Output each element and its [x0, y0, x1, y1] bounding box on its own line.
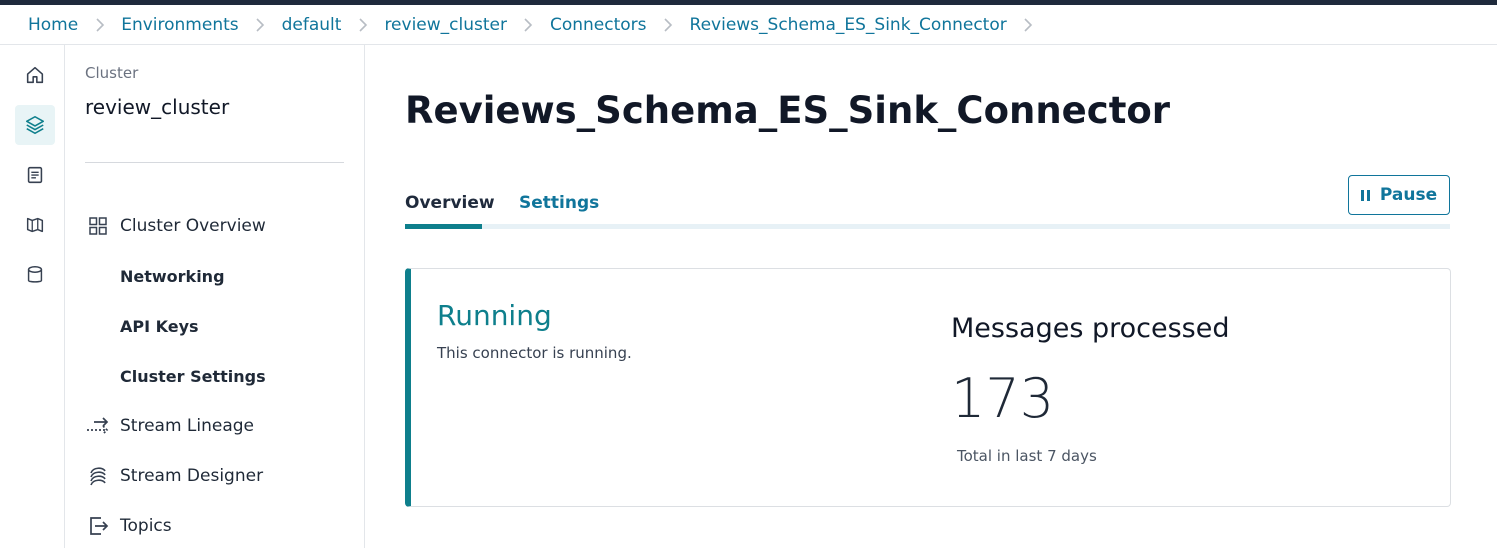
status-label: Running: [437, 299, 552, 332]
sidebar-item-cluster-settings[interactable]: Cluster Settings: [120, 361, 266, 391]
metric-title: Messages processed: [951, 313, 1230, 344]
chevron-right-icon: [239, 17, 282, 32]
breadcrumb-review-cluster[interactable]: review_cluster: [384, 15, 507, 35]
pause-button[interactable]: Pause: [1348, 175, 1450, 215]
status-description: This connector is running.: [437, 344, 632, 362]
page-title: Reviews_Schema_ES_Sink_Connector: [405, 89, 1171, 132]
pause-button-label: Pause: [1379, 185, 1438, 205]
layers-icon[interactable]: [15, 105, 55, 145]
cluster-name: review_cluster: [85, 95, 230, 119]
breadcrumb-home[interactable]: Home: [28, 15, 78, 35]
sidebar-item-stream-designer[interactable]: Stream Designer: [85, 461, 263, 491]
chevron-right-icon: [647, 17, 690, 32]
breadcrumb-default[interactable]: default: [282, 15, 342, 35]
map-icon[interactable]: [15, 205, 55, 245]
metric-value: 173: [951, 367, 1055, 430]
sidebar-item-label: Stream Lineage: [120, 416, 255, 436]
chevron-right-icon: [1007, 17, 1050, 32]
sidebar-item-topics[interactable]: Topics: [85, 511, 172, 541]
sidebar-item-label: API Keys: [120, 316, 199, 336]
sidebar-item-cluster-overview[interactable]: Cluster Overview: [85, 211, 266, 241]
home-icon[interactable]: [15, 55, 55, 95]
tab-settings[interactable]: Settings: [519, 193, 599, 213]
sidebar-item-api-keys[interactable]: API Keys: [120, 311, 199, 341]
pause-icon: [1360, 189, 1370, 201]
breadcrumb: Home Environments default review_cluster…: [0, 5, 1497, 45]
sidebar-item-label: Cluster Overview: [120, 216, 266, 236]
sidebar-item-label: Topics: [120, 516, 172, 536]
wave-icon: [85, 465, 110, 487]
database-icon[interactable]: [15, 255, 55, 295]
icon-rail: [0, 45, 65, 548]
sidebar-item-stream-lineage[interactable]: Stream Lineage: [85, 411, 254, 441]
tab-bar: Overview Settings: [405, 185, 1450, 229]
grid-icon: [85, 215, 110, 237]
sidebar-item-label: Cluster Settings: [120, 366, 266, 386]
chevron-right-icon: [78, 17, 121, 32]
document-icon[interactable]: [15, 155, 55, 195]
tab-overview[interactable]: Overview: [405, 193, 495, 213]
sidebar: Cluster review_cluster Cluster Overview …: [65, 45, 365, 548]
tab-track: [405, 224, 1450, 229]
cluster-section-label: Cluster: [85, 64, 139, 82]
breadcrumb-connectors[interactable]: Connectors: [550, 15, 647, 35]
sidebar-item-label: Networking: [120, 266, 225, 286]
chevron-right-icon: [507, 17, 550, 32]
sidebar-item-label: Stream Designer: [120, 466, 264, 486]
active-tab-indicator: [405, 224, 482, 229]
breadcrumb-environments[interactable]: Environments: [121, 15, 238, 35]
main-content: Reviews_Schema_ES_Sink_Connector Overvie…: [366, 45, 1497, 548]
sidebar-item-networking[interactable]: Networking: [120, 261, 225, 291]
connector-status-card: Running This connector is running. Messa…: [405, 268, 1451, 507]
breadcrumb-connector[interactable]: Reviews_Schema_ES_Sink_Connector: [690, 15, 1007, 35]
topic-icon: [85, 515, 110, 537]
arrows-icon: [85, 415, 110, 437]
chevron-right-icon: [341, 17, 384, 32]
metric-subtitle: Total in last 7 days: [957, 447, 1097, 465]
divider: [85, 162, 344, 163]
